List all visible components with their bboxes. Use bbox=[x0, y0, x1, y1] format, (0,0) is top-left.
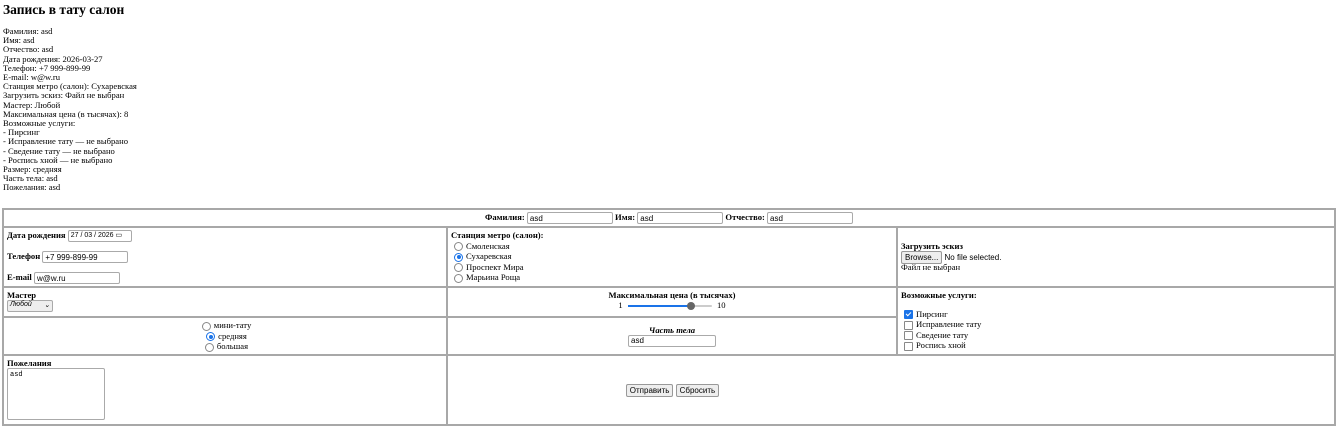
patronymic-label: Отчество: bbox=[725, 212, 765, 222]
name-label: Имя: bbox=[615, 212, 636, 222]
body-part-input[interactable] bbox=[628, 334, 716, 347]
radio-button[interactable] bbox=[454, 242, 463, 252]
phone-input[interactable] bbox=[42, 251, 129, 264]
option-label: Марьина Роща bbox=[466, 272, 521, 283]
reset-button[interactable]: Сбросить bbox=[675, 383, 720, 397]
option-label: Сухаревская bbox=[466, 251, 512, 262]
radio-option[interactable]: мини-тату bbox=[7, 320, 443, 331]
option-label: Роспись хной bbox=[916, 340, 966, 351]
price-slider[interactable] bbox=[627, 302, 712, 311]
name-row: Фамилия: Имя: Отчество: bbox=[2, 207, 1336, 229]
service-option[interactable]: Исправление тату bbox=[901, 319, 1331, 330]
option-label: мини-тату bbox=[213, 320, 252, 331]
size-radio-group: мини-тату средняя большая bbox=[7, 320, 443, 352]
service-option[interactable]: Роспись хной bbox=[901, 340, 1331, 351]
services-checkbox-group: Пирсинг Исправление тату Сведение тату Росп… bbox=[901, 309, 1331, 351]
price-max: 10 bbox=[717, 300, 726, 311]
radio-option[interactable]: Проспект Мира bbox=[451, 262, 893, 273]
upload-label: Загрузить эскиз bbox=[901, 241, 963, 252]
submit-button[interactable]: Отправить bbox=[625, 383, 674, 397]
wishes-textarea[interactable]: asd bbox=[7, 367, 105, 420]
option-label: Смоленская bbox=[466, 240, 510, 251]
radio-option[interactable]: Сухаревская bbox=[451, 251, 893, 262]
master-select[interactable]: Любой ⌄ bbox=[7, 300, 53, 313]
price-label: Максимальная цена (в тысячах) bbox=[608, 290, 736, 301]
checkbox[interactable] bbox=[904, 331, 913, 341]
email-label: E-mail bbox=[7, 272, 32, 283]
checkbox[interactable] bbox=[904, 310, 913, 320]
services-label: Возможные услуги: bbox=[901, 290, 977, 301]
radio-option[interactable]: Марьина Роща bbox=[451, 272, 893, 283]
radio-option[interactable]: большая bbox=[7, 341, 443, 352]
option-label: Проспект Мира bbox=[466, 261, 524, 272]
booking-form: Фамилия: Имя: Отчество: Дата рождения 27… bbox=[2, 207, 1336, 426]
patronymic-input[interactable] bbox=[767, 212, 854, 225]
metro-radio-group: Смоленская Сухаревская Проспект Мира Марьин… bbox=[451, 241, 893, 283]
slider-thumb[interactable] bbox=[686, 302, 695, 311]
summary-line: Пожелания: asd bbox=[3, 182, 61, 193]
option-label: Пирсинг bbox=[916, 308, 948, 319]
body-part-label: Часть тела bbox=[648, 324, 696, 335]
radio-button[interactable] bbox=[206, 332, 216, 342]
service-option[interactable]: Сведение тату bbox=[901, 330, 1331, 341]
radio-option[interactable]: Смоленская bbox=[451, 241, 893, 252]
name-input[interactable] bbox=[637, 212, 724, 225]
birth-label: Дата рождения bbox=[7, 230, 66, 241]
page-title: Запись в тату салон bbox=[3, 2, 125, 17]
chevron-down-icon: ⌄ bbox=[44, 302, 50, 310]
birth-date-input[interactable]: 27 / 03 / 2026 ▭ bbox=[67, 230, 132, 243]
file-status: Файл не выбран bbox=[901, 262, 961, 273]
surname-label: Фамилия: bbox=[484, 212, 525, 222]
option-label: средняя bbox=[218, 330, 247, 341]
phone-label: Телефон bbox=[7, 251, 41, 262]
option-label: Исправление тату bbox=[916, 319, 982, 330]
radio-button[interactable] bbox=[454, 273, 463, 283]
no-file-text: No file selected. bbox=[944, 252, 1002, 262]
email-input[interactable] bbox=[33, 272, 120, 285]
service-option[interactable]: Пирсинг bbox=[901, 309, 1331, 320]
checkbox[interactable] bbox=[904, 341, 913, 351]
radio-button[interactable] bbox=[204, 342, 214, 352]
radio-button[interactable] bbox=[201, 321, 211, 331]
surname-input[interactable] bbox=[526, 212, 613, 225]
submission-summary: Фамилия: asd Имя: asd Отчество: asd Дата ро… bbox=[3, 26, 137, 193]
metro-label: Станция метро (салон): bbox=[451, 230, 544, 241]
birth-date-value: 27 / 03 / 2026 bbox=[70, 232, 114, 240]
master-label: Мастер bbox=[7, 290, 37, 301]
checkbox[interactable] bbox=[904, 320, 913, 330]
radio-button[interactable] bbox=[454, 252, 463, 262]
option-label: большая bbox=[216, 341, 249, 352]
radio-option[interactable]: средняя bbox=[7, 331, 443, 342]
calendar-icon[interactable]: ▭ bbox=[116, 232, 123, 239]
master-selected: Любой bbox=[10, 301, 32, 309]
option-label: Сведение тату bbox=[916, 329, 969, 340]
price-min: 1 bbox=[618, 300, 623, 311]
radio-button[interactable] bbox=[454, 263, 463, 273]
wishes-label: Пожелания bbox=[7, 357, 52, 368]
